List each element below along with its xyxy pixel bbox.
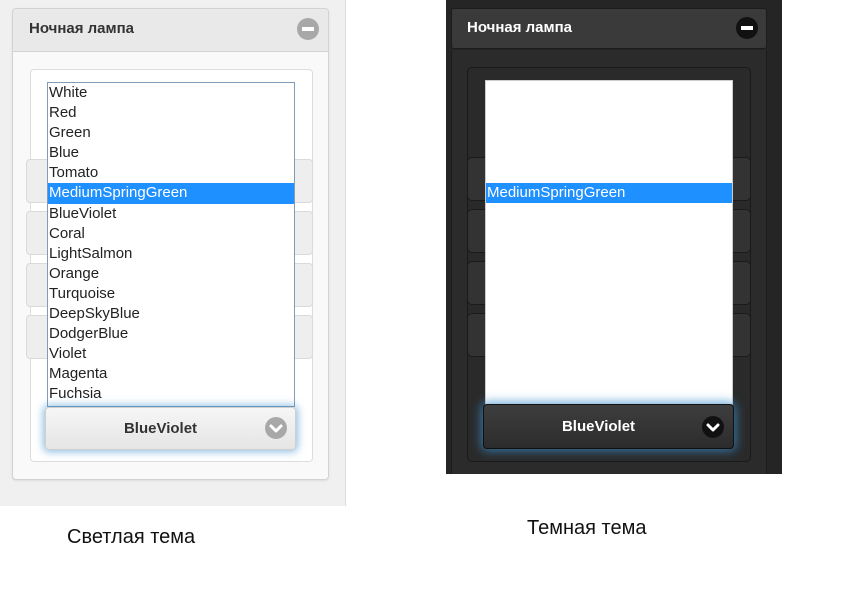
light-select-value: BlueViolet: [123, 420, 198, 437]
listbox-option[interactable]: Tomato: [48, 163, 294, 183]
listbox-option[interactable]: Green: [48, 123, 294, 143]
light-select-button[interactable]: BlueViolet: [45, 407, 296, 450]
light-collapse-icon[interactable]: [297, 18, 319, 40]
listbox-option[interactable]: BlueViolet: [48, 204, 294, 224]
dark-theme-caption: Темная тема: [527, 517, 647, 539]
listbox-option[interactable]: Violet: [48, 344, 294, 364]
dark-panel-title: Ночная лампа: [467, 19, 573, 36]
listbox-option[interactable]: Fuchsia: [48, 384, 294, 404]
light-color-listbox[interactable]: White Red Green Blue Tomato MediumSpring…: [47, 82, 295, 407]
listbox-option[interactable]: Turquoise: [48, 284, 294, 304]
listbox-option[interactable]: DeepSkyBlue: [48, 304, 294, 324]
listbox-option[interactable]: Coral: [48, 224, 294, 244]
listbox-option[interactable]: White: [48, 83, 294, 103]
light-chevron-down-icon: [265, 417, 287, 439]
light-panel-title: Ночная лампа: [29, 20, 135, 37]
listbox-option-selected[interactable]: MediumSpringGreen: [48, 183, 294, 204]
listbox-option[interactable]: Orange: [48, 264, 294, 284]
listbox-option[interactable]: DodgerBlue: [48, 324, 294, 344]
dark-color-listbox[interactable]: MediumSpringGreen: [485, 80, 733, 405]
dark-select-button[interactable]: BlueViolet: [483, 404, 734, 449]
listbox-option[interactable]: Magenta: [48, 364, 294, 384]
listbox-option[interactable]: LightSalmon: [48, 244, 294, 264]
listbox-option-selected[interactable]: MediumSpringGreen: [486, 183, 732, 203]
dark-select-value: BlueViolet: [561, 418, 636, 435]
dark-collapse-icon[interactable]: [736, 17, 758, 39]
light-theme-caption: Светлая тема: [67, 526, 196, 548]
listbox-option[interactable]: Red: [48, 103, 294, 123]
dark-chevron-down-icon: [702, 416, 724, 438]
listbox-option[interactable]: Blue: [48, 143, 294, 163]
